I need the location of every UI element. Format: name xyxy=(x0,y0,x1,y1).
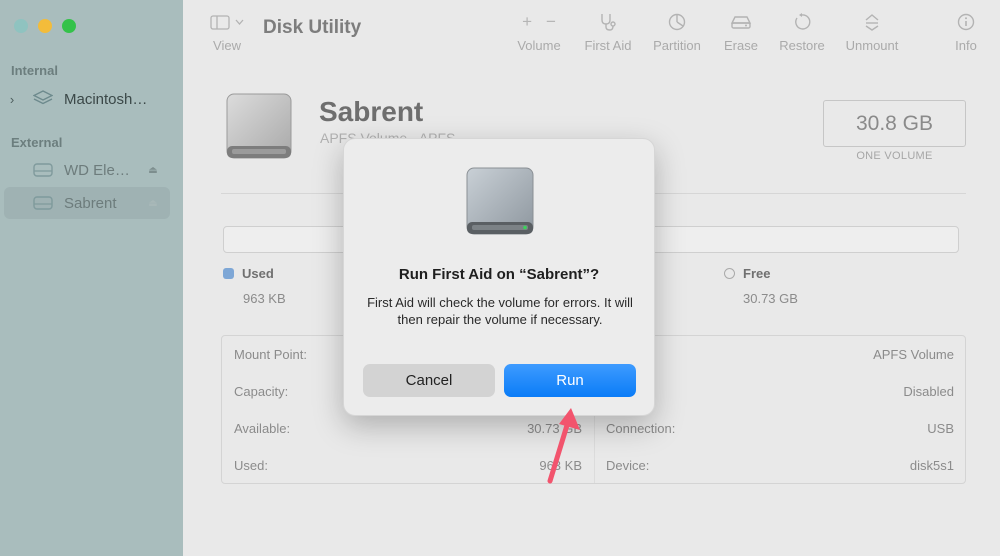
sidebar-item-macintosh[interactable]: › Macintosh… xyxy=(4,83,170,115)
erase-drive-icon xyxy=(730,16,752,29)
chevron-down-icon xyxy=(235,19,244,25)
toolbar: View Disk Utility + − Volume First Aid Pa… xyxy=(183,0,1000,62)
free-value: 30.73 GB xyxy=(743,291,798,306)
run-button[interactable]: Run xyxy=(504,364,636,397)
view-button[interactable]: View xyxy=(207,12,247,53)
sidebar-section-external: External xyxy=(11,135,63,150)
layers-icon xyxy=(30,90,56,108)
sidebar-item-label: WD Ele… xyxy=(64,161,130,179)
window-controls xyxy=(14,19,76,33)
used-value: 963 KB xyxy=(243,291,286,306)
window-title: Disk Utility xyxy=(263,17,362,38)
minimize-window-button[interactable] xyxy=(38,19,52,33)
info-label: Info xyxy=(955,38,977,53)
zoom-window-button[interactable] xyxy=(62,19,76,33)
sidebar-section-internal: Internal xyxy=(11,63,58,78)
close-window-button[interactable] xyxy=(14,19,28,33)
minus-icon[interactable]: − xyxy=(546,12,556,32)
external-drive-icon xyxy=(223,92,295,169)
chevron-right-icon[interactable]: › xyxy=(4,92,20,107)
legend-used: Used xyxy=(223,266,274,281)
pointer-arrow-icon xyxy=(540,402,590,489)
dialog-title: Run First Aid on “Sabrent”? xyxy=(398,266,600,283)
external-drive-icon xyxy=(30,163,56,177)
sidebar-item-wd[interactable]: WD Ele… ⏏ xyxy=(4,154,170,186)
pie-chart-icon xyxy=(668,13,686,31)
volume-button[interactable]: + − Volume xyxy=(514,12,564,53)
first-aid-button[interactable]: First Aid xyxy=(580,12,636,53)
partition-button[interactable]: Partition xyxy=(649,12,705,53)
external-drive-icon xyxy=(30,196,56,210)
legend-free: Free xyxy=(724,266,770,281)
info-row-used: Used: 963 KB xyxy=(234,458,582,473)
first-aid-dialog: Run First Aid on “Sabrent”? First Aid wi… xyxy=(343,138,655,416)
unmount-label: Unmount xyxy=(845,38,899,53)
eject-icon[interactable]: ⏏ xyxy=(144,165,162,176)
used-label: Used xyxy=(242,266,274,281)
erase-button[interactable]: Erase xyxy=(719,12,763,53)
volume-name: Sabrent xyxy=(319,96,424,127)
info-button[interactable]: Info xyxy=(951,12,981,53)
unmount-icon xyxy=(865,14,879,31)
volume-size-caption: ONE VOLUME xyxy=(856,150,933,162)
info-row-connection: Connection: USB xyxy=(606,421,954,436)
view-label: View xyxy=(213,38,241,53)
volume-size: 30.8 GB xyxy=(823,100,966,147)
sidebar-toggle-icon xyxy=(210,14,230,30)
restore-button[interactable]: Restore xyxy=(776,12,828,53)
dialog-message: First Aid will check the volume for erro… xyxy=(367,295,633,327)
external-drive-icon xyxy=(465,166,535,243)
restore-label: Restore xyxy=(779,38,825,53)
cancel-button[interactable]: Cancel xyxy=(363,364,495,397)
used-swatch xyxy=(223,268,234,279)
info-row-type: APFS Volume xyxy=(873,347,954,362)
volume-label: Volume xyxy=(517,38,561,53)
plus-icon[interactable]: + xyxy=(522,12,532,32)
info-row-device: Device: disk5s1 xyxy=(606,458,954,473)
info-icon xyxy=(957,13,975,31)
eject-icon[interactable]: ⏏ xyxy=(144,198,162,209)
sidebar: Internal › Macintosh… External WD Ele… ⏏… xyxy=(0,0,183,556)
sidebar-item-label: Sabrent xyxy=(64,194,117,212)
first-aid-label: First Aid xyxy=(584,38,632,53)
restore-icon xyxy=(795,13,811,30)
free-swatch xyxy=(724,268,735,279)
unmount-button[interactable]: Unmount xyxy=(843,12,901,53)
partition-label: Partition xyxy=(653,38,701,53)
free-label: Free xyxy=(743,266,771,281)
stethoscope-icon xyxy=(601,14,616,31)
sidebar-item-sabrent[interactable]: Sabrent ⏏ xyxy=(4,187,170,219)
sidebar-item-label: Macintosh… xyxy=(64,90,148,108)
info-row-owners: Disabled xyxy=(903,384,954,399)
erase-label: Erase xyxy=(724,38,758,53)
